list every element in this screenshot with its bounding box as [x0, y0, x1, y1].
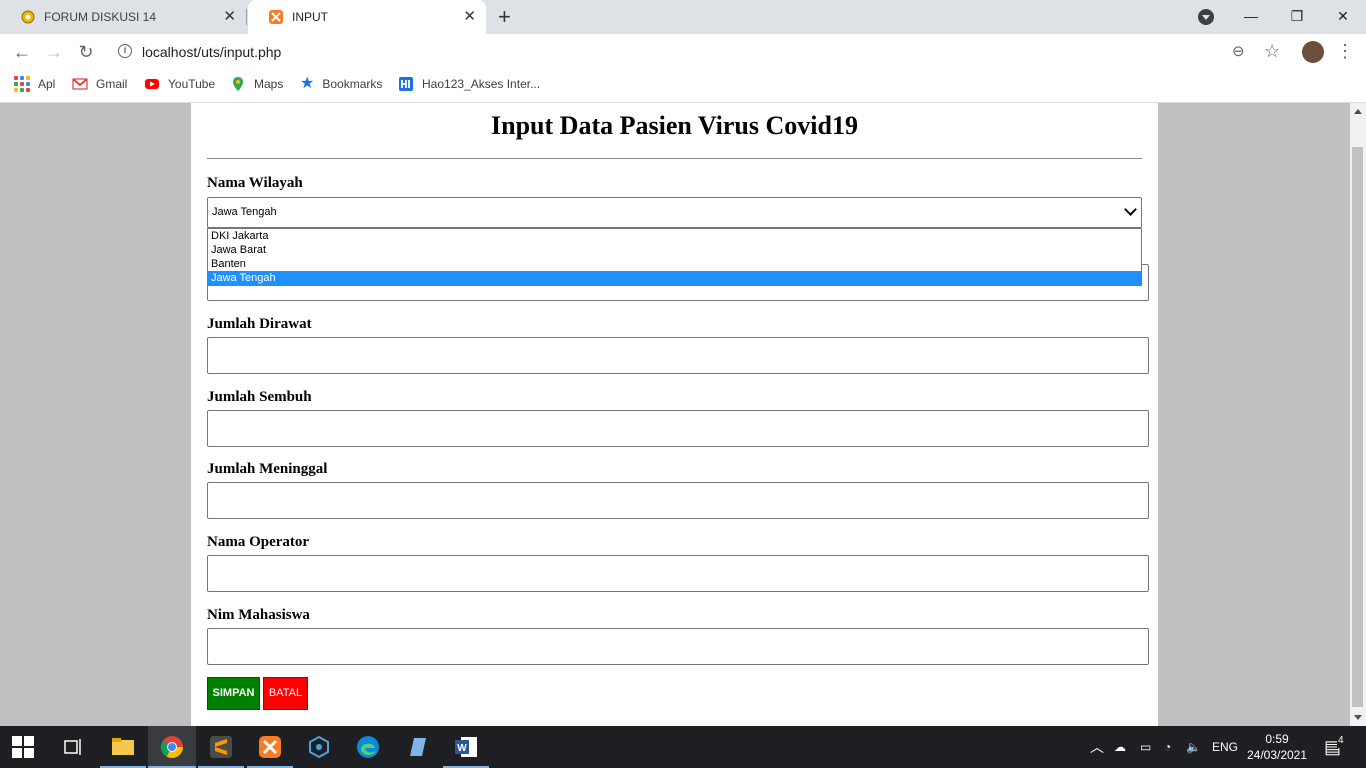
clock[interactable]: 0:59 24/03/2021 — [1240, 731, 1314, 763]
close-tab-icon[interactable]: ✕ — [223, 0, 236, 34]
xampp-favicon — [269, 10, 283, 24]
svg-text:W: W — [457, 743, 467, 754]
dirawat-input[interactable] — [207, 337, 1149, 374]
tab-title: FORUM DISKUSI 14 — [44, 10, 157, 24]
language-indicator[interactable]: ENG — [1212, 726, 1238, 768]
restore-icon[interactable]: ❐ — [1274, 0, 1320, 34]
form-card: Input Data Pasien Virus Covid19 Nama Wil… — [191, 103, 1158, 726]
tab-title: INPUT — [292, 10, 328, 24]
bookmark-apps[interactable]: Apl — [14, 70, 55, 98]
word-icon[interactable]: W — [453, 734, 479, 760]
star-icon: ★ — [300, 74, 315, 92]
hao123-icon — [399, 76, 413, 91]
forward-icon[interactable]: → — [42, 40, 66, 64]
sublime-text-icon[interactable] — [208, 734, 234, 760]
show-hidden-icons[interactable]: ︿ — [1090, 726, 1104, 768]
profile-avatar[interactable] — [1302, 41, 1324, 63]
scroll-down-icon[interactable] — [1354, 715, 1362, 720]
scroll-up-icon[interactable] — [1354, 109, 1362, 114]
wilayah-select[interactable]: Jawa Tengah — [207, 197, 1142, 228]
operator-input[interactable] — [207, 555, 1149, 592]
back-icon[interactable]: ← — [10, 40, 34, 64]
wilayah-option-selected[interactable]: Jawa Tengah — [208, 271, 1141, 286]
apps-grid-icon — [14, 75, 30, 92]
wilayah-option[interactable]: DKI Jakarta — [208, 229, 1141, 243]
tab-forum-diskusi[interactable]: FORUM DISKUSI 14 ✕ — [0, 0, 246, 34]
minimize-icon[interactable]: — — [1228, 0, 1274, 34]
bookmark-label: YouTube — [168, 77, 216, 91]
edge-icon[interactable] — [355, 734, 381, 760]
bookmark-label: Maps — [254, 77, 284, 91]
address-bar[interactable]: i localhost/uts/input.php ⊖ ☆ — [108, 38, 1288, 66]
forum-favicon — [21, 10, 35, 24]
notification-count: 4 — [1337, 734, 1345, 748]
chrome-icon[interactable] — [159, 734, 185, 760]
maps-icon — [233, 76, 243, 91]
browser-menu-icon[interactable]: ⋮ — [1336, 40, 1354, 62]
wifi-icon[interactable]: ◔ — [1164, 726, 1171, 768]
bookmark-maps[interactable]: Maps — [230, 70, 283, 98]
vertical-scrollbar[interactable] — [1350, 103, 1366, 726]
operator-label: Nama Operator — [207, 534, 310, 550]
battery-icon[interactable]: ▭ — [1140, 726, 1151, 768]
wilayah-option[interactable]: Jawa Barat — [208, 243, 1141, 257]
bookmark-bookmarks[interactable]: ★ Bookmarks — [300, 70, 382, 98]
meninggal-input[interactable] — [207, 482, 1149, 519]
wilayah-option[interactable]: Banten — [208, 257, 1141, 271]
sembuh-input[interactable] — [207, 410, 1149, 447]
xampp-icon[interactable] — [257, 734, 283, 760]
file-explorer-icon[interactable] — [110, 734, 136, 760]
onedrive-icon[interactable]: ☁ — [1114, 726, 1126, 768]
title-divider — [207, 158, 1142, 159]
bookmark-hao123[interactable]: Hao123_Akses Inter... — [398, 70, 540, 98]
tab-input[interactable]: INPUT ✕ — [248, 0, 486, 34]
bookmark-label: Apl — [38, 77, 56, 91]
meninggal-label: Jumlah Meninggal — [207, 461, 328, 477]
nim-input[interactable] — [207, 628, 1149, 665]
dirawat-label: Jumlah Dirawat — [207, 316, 312, 332]
new-tab-icon[interactable]: + — [498, 5, 511, 29]
bookmark-label: Hao123_Akses Inter... — [422, 77, 541, 91]
bookmark-star-icon[interactable]: ☆ — [1264, 41, 1280, 61]
bookmark-gmail[interactable]: Gmail — [72, 70, 127, 98]
sembuh-label: Jumlah Sembuh — [207, 389, 312, 405]
page-viewport: Input Data Pasien Virus Covid19 Nama Wil… — [0, 103, 1350, 726]
tab-strip: FORUM DISKUSI 14 ✕ INPUT ✕ + — ❐ ✕ — [0, 0, 1366, 34]
volume-icon[interactable]: 🔈 — [1186, 726, 1201, 768]
site-info-icon[interactable]: i — [118, 44, 132, 58]
wilayah-label: Nama Wilayah — [207, 175, 303, 191]
clock-time: 0:59 — [1265, 732, 1289, 746]
save-button[interactable]: SIMPAN — [207, 677, 260, 710]
clock-date: 24/03/2021 — [1246, 748, 1308, 762]
nim-label: Nim Mahasiswa — [207, 607, 310, 623]
zoom-icon[interactable]: ⊖ — [1232, 44, 1245, 60]
bookmarks-bar: Apl Gmail YouTube Maps ★ Bookmarks Hao123… — [0, 70, 1366, 103]
windows-start-icon[interactable] — [12, 736, 34, 758]
close-tab-icon[interactable]: ✕ — [463, 0, 476, 34]
taskbar: W ︿ ☁ ▭ ◔ 🔈 ENG 0:59 24/03/2021 ▤ 4 — [0, 726, 1366, 768]
network-app-icon[interactable] — [306, 734, 332, 760]
task-view-icon[interactable] — [60, 734, 86, 760]
notes-app-icon[interactable] — [404, 734, 430, 760]
tab-search-icon[interactable] — [1198, 9, 1214, 25]
cancel-button[interactable]: BATAL — [263, 677, 308, 710]
page-title: Input Data Pasien Virus Covid19 — [491, 111, 858, 140]
wilayah-selected-value: Jawa Tengah — [212, 206, 277, 218]
browser-toolbar: ← → ↻ i localhost/uts/input.php ⊖ ☆ ⋮ — [0, 34, 1366, 70]
close-window-icon[interactable]: ✕ — [1320, 0, 1366, 34]
tab-separator — [246, 9, 247, 25]
url-text[interactable]: localhost/uts/input.php — [142, 38, 281, 66]
wilayah-dropdown-list: DKI Jakarta Jawa Barat Banten Jawa Tenga… — [207, 228, 1142, 286]
bookmark-label: Bookmarks — [322, 77, 383, 91]
chevron-down-icon — [1124, 203, 1137, 216]
bookmark-youtube[interactable]: YouTube — [144, 70, 215, 98]
youtube-icon — [145, 78, 159, 89]
gmail-icon — [72, 78, 88, 90]
bookmark-label: Gmail — [96, 77, 128, 91]
reload-icon[interactable]: ↻ — [74, 40, 98, 64]
scroll-thumb[interactable] — [1352, 147, 1363, 707]
